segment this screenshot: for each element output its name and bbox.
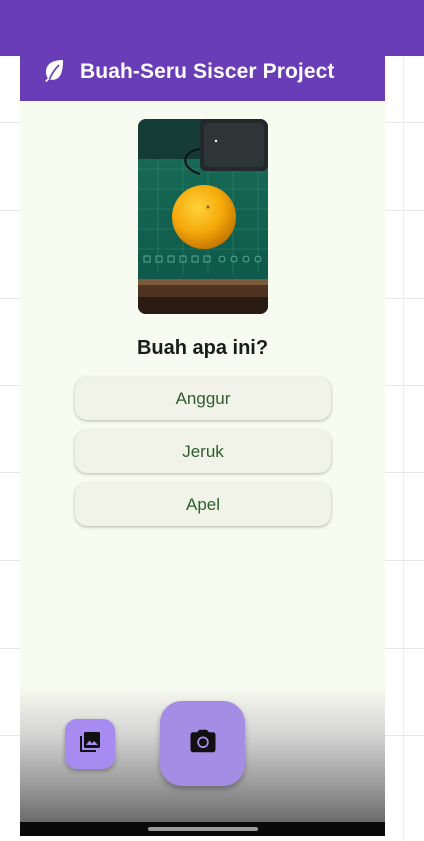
answer-options: Anggur Jeruk Apel [75, 377, 331, 536]
home-indicator[interactable] [148, 827, 258, 831]
leaf-icon [42, 58, 66, 82]
answer-option-1[interactable]: Anggur [75, 377, 331, 420]
status-bar [0, 0, 424, 56]
fruit-photo [138, 119, 268, 314]
system-nav-bar [20, 822, 385, 836]
app-window: Buah-Seru Siscer Project Buah apa ini? A… [20, 56, 385, 836]
gallery-button[interactable] [65, 719, 115, 769]
answer-option-3[interactable]: Apel [75, 483, 331, 526]
question-text: Buah apa ini? [136, 337, 269, 359]
answer-option-2[interactable]: Jeruk [75, 430, 331, 473]
photo-library-icon [78, 730, 102, 759]
camera-button[interactable] [160, 701, 245, 786]
camera-icon [188, 726, 218, 761]
app-title: Buah-Seru Siscer Project [80, 60, 335, 83]
app-bar: Buah-Seru Siscer Project [20, 56, 385, 101]
